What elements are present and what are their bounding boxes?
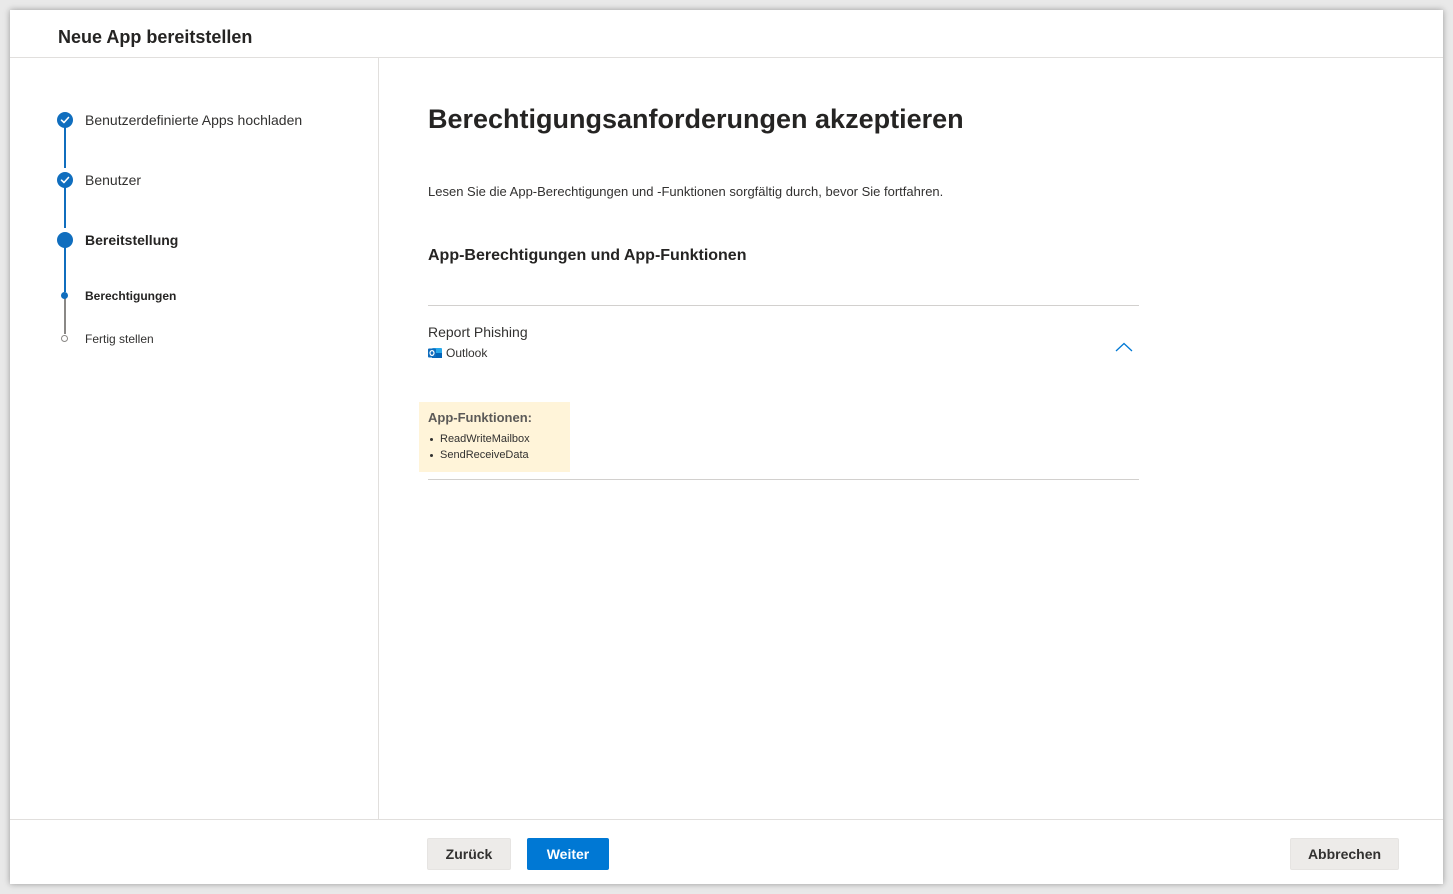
next-button[interactable]: Weiter xyxy=(527,838,609,870)
main-content: Berechtigungsanforderungen akzeptieren L… xyxy=(380,58,1443,819)
step-connector xyxy=(64,298,66,334)
app-functions-title: App-Funktionen: xyxy=(428,410,532,425)
step-current-dot-icon xyxy=(57,232,73,248)
app-host: Outlook xyxy=(428,346,487,360)
dialog-header: Neue App bereitstellen xyxy=(10,10,1443,58)
dialog-title: Neue App bereitstellen xyxy=(58,27,253,47)
app-name: Report Phishing xyxy=(428,324,528,340)
substep-label-finish: Fertig stellen xyxy=(85,332,154,346)
substep-label-permissions: Berechtigungen xyxy=(85,289,177,303)
step-label-upload: Benutzerdefinierte Apps hochladen xyxy=(85,112,303,128)
dialog-footer: Zurück Weiter Abbrechen xyxy=(10,819,1443,884)
divider xyxy=(428,479,1139,480)
deploy-app-dialog: Neue App bereitstellen Benutzerdefiniert… xyxy=(10,10,1443,884)
step-connector xyxy=(64,184,66,228)
step-connector xyxy=(64,124,66,168)
outlook-icon xyxy=(428,346,442,360)
list-item: SendReceiveData xyxy=(428,447,561,463)
page-description: Lesen Sie die App-Berechtigungen und -Fu… xyxy=(428,184,944,199)
app-functions-box: App-Funktionen: ReadWriteMailbox SendRec… xyxy=(419,402,570,472)
divider xyxy=(428,305,1139,306)
page-title: Berechtigungsanforderungen akzeptieren xyxy=(428,104,964,134)
step-connector xyxy=(64,244,66,292)
collapse-chevron-up-icon[interactable] xyxy=(1113,338,1135,356)
substep-current-dot-icon xyxy=(61,292,68,299)
step-completed-check-icon xyxy=(57,112,73,128)
step-label-users: Benutzer xyxy=(85,172,142,188)
step-label-deployment: Bereitstellung xyxy=(85,232,179,248)
back-button[interactable]: Zurück xyxy=(427,838,511,870)
wizard-steps-sidebar: Benutzerdefinierte Apps hochladen Benutz… xyxy=(10,58,379,819)
app-host-label: Outlook xyxy=(446,346,488,360)
cancel-button[interactable]: Abbrechen xyxy=(1290,838,1399,870)
section-heading: App-Berechtigungen und App-Funktionen xyxy=(428,247,747,264)
list-item: ReadWriteMailbox xyxy=(428,431,561,447)
step-completed-check-icon xyxy=(57,172,73,188)
substep-future-dot-icon xyxy=(61,335,68,342)
app-functions-list: ReadWriteMailbox SendReceiveData xyxy=(428,431,561,463)
